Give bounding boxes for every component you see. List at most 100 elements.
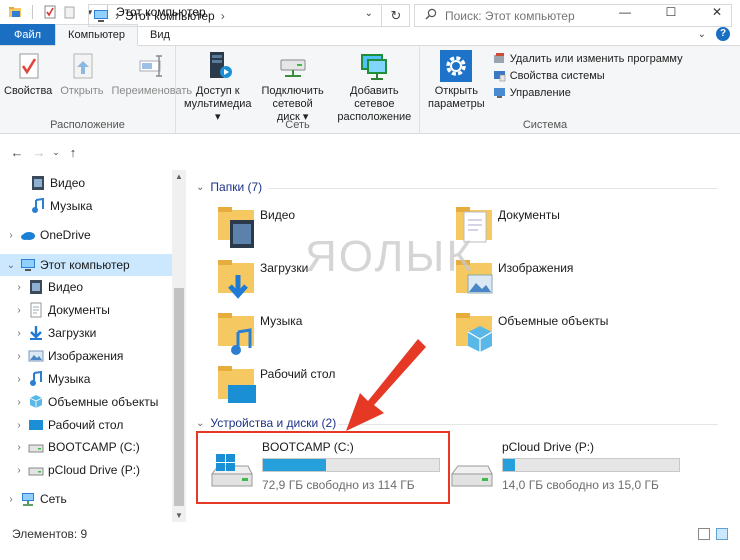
up-button[interactable]: ↑ — [62, 141, 84, 163]
nav-item[interactable]: › Объемные объекты — [0, 391, 172, 413]
search-box[interactable] — [414, 4, 732, 27]
help-icon[interactable]: ? — [716, 27, 730, 41]
network-drive-icon — [277, 50, 309, 82]
chevron-right-icon[interactable]: › — [12, 442, 26, 453]
drive-tile[interactable]: pCloud Drive (P:) 14,0 ГБ свободно из 15,… — [438, 436, 688, 506]
breadcrumb-this-pc[interactable]: Этот компьютер — [125, 9, 215, 23]
folder-tile[interactable]: Рабочий стол — [216, 363, 335, 413]
chevron-right-icon[interactable]: › — [12, 351, 26, 362]
address-bar[interactable]: › Этот компьютер › ⌄ — [88, 4, 410, 27]
system-properties-icon — [493, 69, 506, 82]
ribbon-group-network: Доступ к мультимедиа ▾ Подключить сетево… — [176, 46, 420, 134]
nav-item-label: Этот компьютер — [40, 258, 130, 272]
chevron-right-icon[interactable]: › — [12, 282, 26, 293]
video-folder-icon — [216, 204, 256, 252]
media-access-button[interactable]: Доступ к мультимедиа ▾ — [180, 50, 256, 124]
chevron-right-icon[interactable]: › — [12, 420, 26, 431]
folder-tile[interactable]: Музыка — [216, 310, 302, 360]
map-network-drive-button[interactable]: Подключить сетевой диск ▾ — [256, 50, 330, 124]
network-icon — [20, 491, 36, 507]
breadcrumb-separator: › — [220, 8, 225, 23]
nav-item-label: Музыка — [48, 372, 91, 386]
forward-button[interactable]: → — [28, 141, 50, 163]
computer-icon — [20, 257, 36, 273]
open-button[interactable]: Открыть — [56, 50, 107, 98]
nav-item[interactable]: ⌄ Этот компьютер — [0, 254, 172, 276]
system-commands: Удалить или изменить программу Свойства … — [489, 50, 683, 99]
music-icon — [30, 197, 46, 214]
folder-label: Музыка — [260, 314, 303, 328]
folder-label: Объемные объекты — [498, 314, 609, 328]
search-input[interactable] — [445, 8, 725, 23]
chevron-right-icon[interactable]: › — [4, 494, 18, 505]
folder-label: Загрузки — [260, 261, 309, 275]
nav-item-label: Видео — [50, 176, 86, 190]
refresh-button[interactable]: ↻ — [381, 4, 410, 27]
recent-locations-button[interactable]: ⌄ — [50, 141, 62, 163]
nav-item[interactable]: › OneDrive — [0, 224, 172, 246]
chevron-down-icon[interactable]: ⌄ — [196, 418, 204, 429]
nav-item[interactable]: › Видео — [0, 276, 172, 298]
chevron-down-icon[interactable]: ⌄ — [196, 182, 204, 193]
folder-label: Документы — [498, 208, 560, 222]
nav-item-label: Видео — [48, 280, 84, 294]
3d-folder-icon — [454, 310, 494, 358]
section-title: Папки (7) — [210, 180, 263, 194]
back-button[interactable]: ← — [6, 141, 28, 163]
folder-tile[interactable]: Загрузки — [216, 257, 308, 307]
tiles-view-button[interactable] — [716, 528, 728, 540]
folder-tile[interactable]: Объемные объекты — [454, 310, 608, 360]
system-properties-button[interactable]: Свойства системы — [493, 69, 683, 82]
section-title: Устройства и диски (2) — [210, 416, 337, 430]
chevron-right-icon[interactable]: › — [12, 305, 26, 316]
nav-item[interactable]: › Документы — [0, 299, 172, 321]
ribbon-controls: ⌄ ? — [698, 27, 730, 41]
nav-item-label: BOOTCAMP (C:) — [48, 440, 140, 454]
nav-item[interactable]: › Сеть — [0, 488, 172, 510]
chevron-down-icon[interactable]: ⌄ — [698, 29, 706, 40]
tab-computer[interactable]: Компьютер — [55, 24, 138, 46]
chevron-right-icon[interactable]: › — [12, 465, 26, 476]
scroll-down-icon[interactable]: ▼ — [172, 511, 186, 520]
folders-section-header[interactable]: ⌄ Папки (7) — [196, 180, 262, 194]
chevron-down-icon[interactable]: ⌄ — [365, 8, 373, 19]
manage-button[interactable]: Управление — [493, 86, 683, 99]
nav-item[interactable]: › Загрузки — [0, 322, 172, 344]
add-network-location-button[interactable]: Добавить сетевое расположение — [330, 50, 419, 124]
ribbon-group-system: Открыть параметры Удалить или изменить п… — [420, 46, 683, 134]
tab-file[interactable]: Файл — [0, 24, 56, 45]
drive-free-space: 14,0 ГБ свободно из 15,0 ГБ — [502, 478, 659, 492]
nav-item[interactable]: › BOOTCAMP (C:) — [0, 436, 172, 458]
nav-item-label: OneDrive — [40, 228, 91, 242]
details-view-button[interactable] — [698, 528, 710, 540]
scroll-up-icon[interactable]: ▲ — [172, 172, 186, 181]
open-icon — [66, 50, 98, 82]
properties-button[interactable]: Свойства — [0, 50, 56, 98]
nav-item[interactable]: › Музыка — [0, 368, 172, 390]
properties-icon[interactable] — [43, 5, 57, 19]
media-server-icon — [202, 50, 234, 82]
open-settings-button[interactable]: Открыть параметры — [424, 50, 489, 111]
chevron-right-icon[interactable]: › — [12, 328, 26, 339]
chevron-down-icon[interactable]: ⌄ — [4, 260, 18, 271]
chevron-right-icon[interactable]: › — [4, 230, 18, 241]
new-folder-icon[interactable] — [63, 5, 77, 19]
chevron-right-icon[interactable]: › — [12, 374, 26, 385]
item-count: Элементов: 9 — [12, 527, 88, 541]
drives-section-header[interactable]: ⌄ Устройства и диски (2) — [196, 416, 336, 430]
navigation-scrollbar[interactable]: ▲ ▼ — [172, 170, 186, 522]
scrollbar-thumb[interactable] — [174, 288, 184, 506]
chevron-right-icon[interactable]: › — [12, 397, 26, 408]
folder-label: Рабочий стол — [260, 367, 336, 381]
view-toggle — [698, 528, 728, 540]
folder-tile[interactable]: Видео — [216, 204, 295, 254]
tab-view[interactable]: Вид — [138, 24, 182, 45]
navigation-pane: Видео Музыка › OneDrive ⌄ Этот компьютер › Виде… — [0, 170, 186, 522]
nav-item[interactable]: Музыка — [0, 195, 172, 217]
nav-item-label: Рабочий стол — [48, 418, 124, 432]
nav-item[interactable]: › pCloud Drive (P:) — [0, 459, 172, 481]
nav-item[interactable]: › Изображения — [0, 345, 172, 367]
uninstall-program-button[interactable]: Удалить или изменить программу — [493, 52, 683, 65]
nav-item[interactable]: Видео — [0, 172, 172, 194]
nav-item[interactable]: › Рабочий стол — [0, 414, 172, 436]
